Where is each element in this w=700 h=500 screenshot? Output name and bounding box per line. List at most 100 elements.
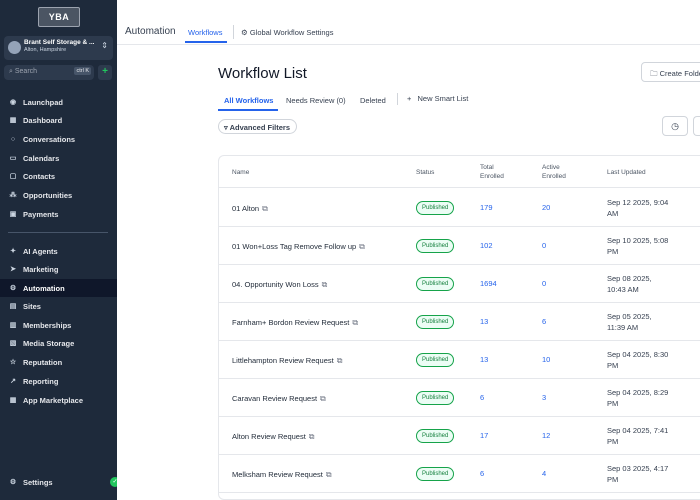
active-enrolled[interactable]: 0 bbox=[542, 279, 546, 288]
sidebar-item-label: Memberships bbox=[23, 320, 72, 330]
gear-icon: ⚙ bbox=[9, 479, 17, 486]
sidebar-item-reputation[interactable]: ☆ Reputation bbox=[0, 353, 117, 371]
tab-needs-review[interactable]: Needs Review (0) bbox=[286, 96, 346, 105]
col-last-updated: Last Updated bbox=[607, 169, 646, 176]
external-link-icon[interactable]: ⧉ bbox=[262, 204, 268, 213]
external-link-icon[interactable]: ⧉ bbox=[352, 318, 358, 327]
active-enrolled[interactable]: 6 bbox=[542, 317, 546, 326]
last-updated: Sep 05 2025, 11:39 AM bbox=[607, 311, 697, 333]
active-enrolled[interactable]: 3 bbox=[542, 393, 546, 402]
sidebar-item-label: AI Agents bbox=[23, 246, 58, 256]
table-row[interactable]: Caravan Review Request ⧉ Published 6 3 Se… bbox=[219, 379, 700, 417]
total-enrolled[interactable]: 13 bbox=[480, 355, 488, 364]
total-enrolled[interactable]: 6 bbox=[480, 393, 484, 402]
total-enrolled[interactable]: 1694 bbox=[480, 279, 497, 288]
workflow-name[interactable]: Farnham+ Bordon Review Request ⧉ bbox=[232, 318, 358, 328]
sidebar-item-ai-agents[interactable]: ✦ AI Agents bbox=[0, 242, 117, 260]
sidebar-item-reporting[interactable]: ↗ Reporting bbox=[0, 372, 117, 390]
chat-icon: ○ bbox=[10, 135, 16, 143]
workflow-name[interactable]: 04. Opportunity Won Loss ⧉ bbox=[232, 280, 327, 290]
last-updated-line-1: Sep 04 2025, 8:29 bbox=[607, 388, 669, 397]
table-row[interactable]: Littlehampton Review Request ⧉ Published … bbox=[219, 341, 700, 379]
external-link-icon[interactable]: ⧉ bbox=[326, 470, 332, 479]
last-updated: Sep 08 2025, 10:43 AM bbox=[607, 273, 697, 295]
search-input[interactable]: ⌕ Search ctrl K bbox=[4, 65, 94, 80]
total-enrolled[interactable]: 6 bbox=[480, 469, 484, 478]
workflow-name[interactable]: Alton Review Request ⧉ bbox=[232, 432, 315, 442]
total-enrolled[interactable]: 13 bbox=[480, 317, 488, 326]
workflow-name[interactable]: 01 Alton ⧉ bbox=[232, 204, 268, 214]
tab-active-indicator bbox=[218, 109, 278, 111]
external-link-icon[interactable]: ⧉ bbox=[359, 242, 365, 251]
total-enrolled[interactable]: 102 bbox=[480, 241, 493, 250]
sidebar-item-contacts[interactable]: ▢ Contacts bbox=[0, 167, 117, 185]
sidebar-item-conversations[interactable]: ○ Conversations bbox=[0, 130, 117, 148]
tab-deleted[interactable]: Deleted bbox=[360, 96, 386, 105]
active-enrolled[interactable]: 4 bbox=[542, 469, 546, 478]
workflow-name[interactable]: Caravan Review Request ⧉ bbox=[232, 394, 326, 404]
workflow-name[interactable]: Melksham Review Request ⧉ bbox=[232, 470, 332, 480]
quick-add-button[interactable]: + bbox=[98, 65, 112, 80]
more-button[interactable] bbox=[693, 116, 700, 136]
sidebar-item-memberships[interactable]: ▥ Memberships bbox=[0, 316, 117, 334]
active-enrolled[interactable]: 0 bbox=[542, 241, 546, 250]
workflow-name-text: Alton Review Request bbox=[232, 432, 306, 441]
sidebar-item-opportunities[interactable]: ⁂ Opportunities bbox=[0, 186, 117, 204]
sidebar-item-automation[interactable]: ⚙ Automation bbox=[0, 279, 117, 297]
sidebar-item-settings[interactable]: ⚙ Settings bbox=[0, 473, 117, 491]
total-enrolled[interactable]: 179 bbox=[480, 203, 493, 212]
section-title: Automation bbox=[125, 26, 176, 37]
external-link-icon[interactable]: ⧉ bbox=[320, 394, 326, 403]
table-header: Name Status Total Enrolled Active Enroll… bbox=[219, 156, 700, 188]
table-row[interactable]: Farnham+ Bordon Review Request ⧉ Publishe… bbox=[219, 303, 700, 341]
sidebar-item-label: Sites bbox=[23, 301, 41, 311]
external-link-icon[interactable]: ⧉ bbox=[337, 356, 343, 365]
table-row[interactable]: 04. Opportunity Won Loss ⧉ Published 1694… bbox=[219, 265, 700, 303]
external-link-icon[interactable]: ⧉ bbox=[309, 432, 315, 441]
external-link-icon[interactable]: ⧉ bbox=[322, 280, 328, 289]
advanced-filters-button[interactable]: ▿ Advanced Filters bbox=[218, 119, 298, 134]
status-badge: Published bbox=[416, 277, 455, 291]
rocket-icon: ◉ bbox=[9, 99, 17, 106]
last-updated: Sep 04 2025, 7:41 PM bbox=[607, 425, 697, 447]
tab-divider bbox=[233, 25, 234, 39]
active-enrolled[interactable]: 20 bbox=[542, 203, 550, 212]
create-folder-button[interactable]: 🗀 Create Folder bbox=[641, 62, 700, 82]
workflow-name[interactable]: 01 Won+Loss Tag Remove Follow up ⧉ bbox=[232, 242, 365, 252]
history-button[interactable]: ◷ bbox=[662, 116, 688, 136]
sidebar-item-sites[interactable]: ▤ Sites bbox=[0, 297, 117, 315]
calendar-icon: ▭ bbox=[9, 155, 17, 162]
sidebar-item-launchpad[interactable]: ◉ Launchpad bbox=[0, 93, 117, 111]
sidebar-item-calendars[interactable]: ▭ Calendars bbox=[0, 149, 117, 167]
last-updated: Sep 12 2025, 9:04 AM bbox=[607, 197, 697, 219]
new-smart-list-button[interactable]: + New Smart List bbox=[407, 94, 468, 103]
sidebar-item-label: Dashboard bbox=[23, 115, 63, 125]
table-row[interactable]: 01 Alton ⧉ Published 179 20 Sep 12 2025, … bbox=[219, 189, 700, 227]
sidebar-item-label: Automation bbox=[23, 283, 65, 293]
workflow-name[interactable]: Littlehampton Review Request ⧉ bbox=[232, 356, 342, 366]
total-enrolled[interactable]: 17 bbox=[480, 431, 488, 440]
sidebar-item-label: Conversations bbox=[23, 134, 76, 144]
active-enrolled[interactable]: 12 bbox=[542, 431, 550, 440]
sidebar-item-label: Reporting bbox=[23, 376, 59, 386]
sites-icon: ▤ bbox=[9, 303, 17, 310]
location-switcher[interactable]: Brant Self Storage & ... Alton, Hampshir… bbox=[4, 36, 113, 60]
active-enrolled[interactable]: 10 bbox=[542, 355, 550, 364]
main-content: Workflow List 🗀 Create Folder All Workfl… bbox=[117, 45, 700, 500]
table-row[interactable]: Alton Review Request ⧉ Published 17 12 Se… bbox=[219, 417, 700, 455]
table-row[interactable]: 01 Won+Loss Tag Remove Follow up ⧉ Publis… bbox=[219, 227, 700, 265]
table-row[interactable]: Melksham Review Request ⧉ Published 6 4 S… bbox=[219, 455, 700, 493]
last-updated-line-2: 10:43 AM bbox=[607, 285, 639, 294]
tab-workflows[interactable]: Workflows bbox=[188, 28, 222, 37]
sidebar-item-app-marketplace[interactable]: ▦ App Marketplace bbox=[0, 391, 117, 409]
sidebar-item-media-storage[interactable]: ▧ Media Storage bbox=[0, 334, 117, 352]
sidebar-item-marketing[interactable]: ➤ Marketing bbox=[0, 260, 117, 278]
sidebar: YBA Brant Self Storage & ... Alton, Hamp… bbox=[0, 0, 117, 500]
workflow-name-text: 04. Opportunity Won Loss bbox=[232, 280, 319, 289]
tab-divider bbox=[397, 93, 398, 105]
sidebar-item-dashboard[interactable]: ▦ Dashboard bbox=[0, 111, 117, 129]
tab-all-workflows[interactable]: All Workflows bbox=[224, 96, 273, 105]
tab-global-workflow-settings[interactable]: ⚙ Global Workflow Settings bbox=[241, 28, 333, 37]
sidebar-item-payments[interactable]: ▣ Payments bbox=[0, 205, 117, 223]
last-updated-line-2: 11:39 AM bbox=[607, 323, 639, 332]
